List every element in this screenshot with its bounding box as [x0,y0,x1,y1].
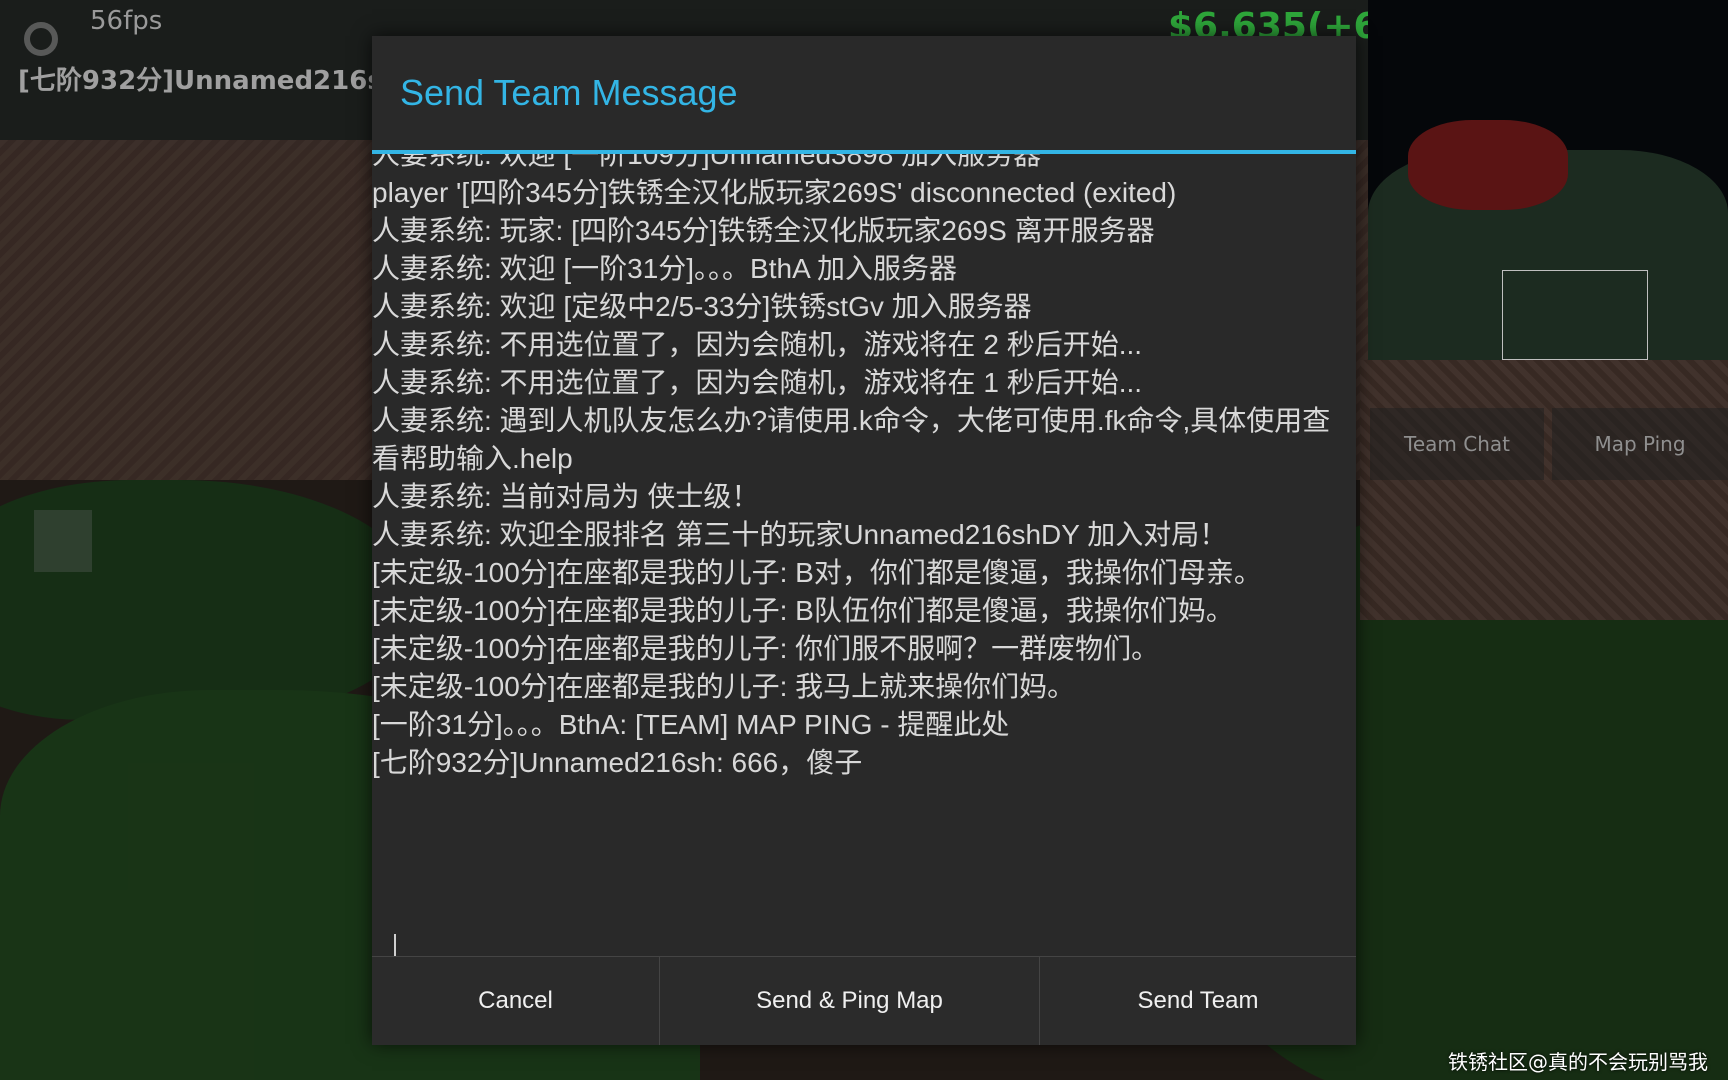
chat-log-list: 人妻系统: 欢迎 [一阶109分]Unnamed3898 加入服务器 player… [372,154,1356,782]
chat-message: 人妻系统: 欢迎 [一阶31分]。。。BthA 加入服务器 [372,253,957,284]
minimap-viewport-box[interactable] [1502,270,1648,360]
chat-message: 人妻系统: 不用选位置了，因为会随机，游戏将在 1 秒后开始... [372,367,1143,398]
chat-message: 人妻系统: 不用选位置了，因为会随机，游戏将在 2 秒后开始... [372,329,1143,360]
dialog-title: Send Team Message [400,72,738,113]
chat-message: [一阶31分]。。。BthA: [TEAM] MAP PING - 提醒此处 [372,709,1010,740]
map-ping-button[interactable]: Map Ping [1552,408,1728,480]
chat-message: 人妻系统: 当前对局为 侠士级！ [372,481,760,512]
send-and-ping-map-button[interactable]: Send & Ping Map [660,957,1040,1045]
chat-log[interactable]: 人妻系统: 欢迎 [一阶109分]Unnamed3898 加入服务器 player… [372,154,1356,892]
chat-message: [未定级-100分]在座都是我的儿子: 你们服不服啊？一群废物们。 [372,633,1160,664]
dialog-button-bar: Cancel Send & Ping Map Send Team [372,956,1356,1045]
chat-message: 人妻系统: 欢迎 [一阶109分]Unnamed3898 加入服务器 [372,154,1042,170]
chat-message: 人妻系统: 欢迎 [定级中2/5-33分]铁锈stGv 加入服务器 [372,291,1032,322]
chat-message: player '[四阶345分]铁锈全汉化版玩家269S' disconnect… [372,177,1177,208]
cancel-button[interactable]: Cancel [372,957,660,1045]
joystick-icon[interactable] [34,510,92,572]
watermark: 铁锈社区@真的不会玩别骂我 [1448,1050,1708,1074]
chat-message: 人妻系统: 遇到人机队友怎么办?请使用.k命令，大佬可使用.fk命令,具体使用查… [372,405,1331,474]
send-team-message-dialog: Send Team Message 人妻系统: 欢迎 [一阶109分]Unnam… [372,36,1356,1045]
chat-message: [未定级-100分]在座都是我的儿子: 我马上就来操你们妈。 [372,671,1076,702]
team-chat-button[interactable]: Team Chat [1370,408,1544,480]
chat-message: [未定级-100分]在座都是我的儿子: B对，你们都是傻逼，我操你们母亲。 [372,557,1262,588]
settings-gear-icon[interactable] [24,22,58,56]
chat-message: 人妻系统: 玩家: [四阶345分]铁锈全汉化版玩家269S 离开服务器 [372,215,1155,246]
player-name-label: [七阶932分]Unnamed216sh [18,66,402,96]
chat-message: [未定级-100分]在座都是我的儿子: B队伍你们都是傻逼，我操你们妈。 [372,595,1234,626]
fps-counter: 56fps [90,6,163,36]
minimap-enemy-zone [1408,120,1568,210]
chat-message: [七阶932分]Unnamed216sh: 666，傻子 [372,747,863,778]
chat-message: 人妻系统: 欢迎全服排名 第三十的玩家Unnamed216shDY 加入对局！ [372,519,1228,550]
minimap[interactable] [1368,0,1728,360]
send-team-button[interactable]: Send Team [1040,957,1356,1045]
